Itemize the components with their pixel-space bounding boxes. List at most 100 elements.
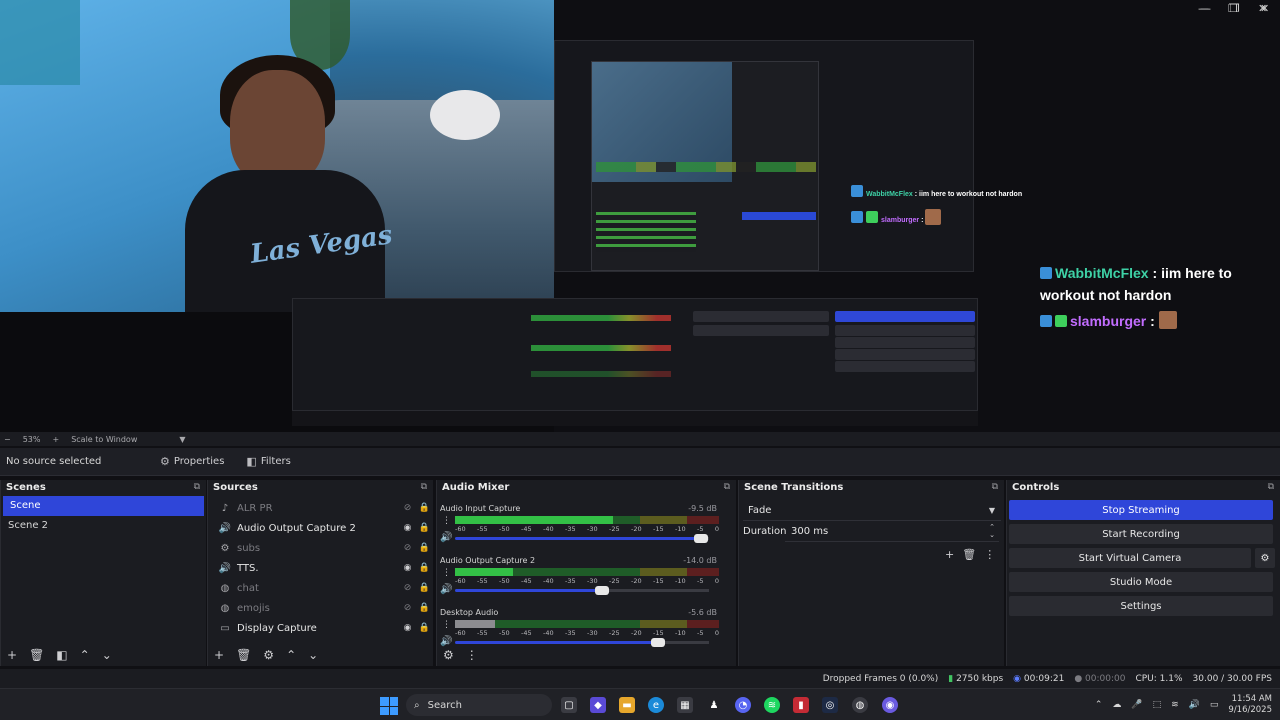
- source-item-subs[interactable]: ⚙ subs ⊘ 🔒: [208, 538, 433, 558]
- advanced-audio-icon[interactable]: ⚙: [443, 648, 454, 662]
- eye-icon[interactable]: ◉: [399, 523, 416, 533]
- eye-icon[interactable]: ◉: [399, 623, 416, 633]
- source-item-emojis[interactable]: ◍ emojis ⊘ 🔒: [208, 598, 433, 618]
- menu-dots-icon[interactable]: ⋮: [984, 548, 995, 561]
- tick-label: 0: [714, 525, 719, 533]
- app-tray-icon[interactable]: ⬚: [1153, 700, 1162, 710]
- add-icon[interactable]: +: [214, 648, 224, 662]
- volume-meter: [455, 516, 719, 524]
- zoom-in-icon[interactable]: +: [52, 435, 59, 444]
- lock-icon[interactable]: 🔒: [416, 563, 433, 573]
- undock-icon[interactable]: ⧉: [992, 482, 998, 492]
- source-item-audio-output-capture-2[interactable]: 🔊 Audio Output Capture 2 ◉ 🔒: [208, 518, 433, 538]
- add-icon[interactable]: +: [945, 548, 954, 561]
- volume-knob[interactable]: [694, 534, 709, 543]
- chevron-down-icon[interactable]: ⌄: [308, 648, 318, 662]
- tick-label: -25: [609, 577, 620, 585]
- add-icon[interactable]: +: [7, 648, 17, 662]
- eye-off-icon[interactable]: ⊘: [399, 603, 416, 613]
- cloud-icon[interactable]: ☁: [1112, 700, 1121, 710]
- minimize-icon[interactable]: —: [1198, 2, 1209, 15]
- duration-label: Duration: [743, 526, 787, 537]
- channel-name: Desktop Audio: [440, 608, 499, 617]
- obs-icon[interactable]: ◍: [852, 697, 868, 713]
- trash-icon[interactable]: 🗑: [962, 548, 976, 561]
- channel-menu-icon[interactable]: ⋮: [442, 516, 451, 526]
- microphone-icon[interactable]: 🎤: [1131, 700, 1142, 710]
- discord-icon[interactable]: ◔: [735, 697, 751, 713]
- steam-icon[interactable]: ◎: [822, 697, 838, 713]
- start-virtual-camera-button[interactable]: Start Virtual Camera: [1009, 548, 1251, 568]
- scale-mode[interactable]: Scale to Window: [71, 435, 137, 444]
- filters-button[interactable]: ◧ Filters: [240, 452, 296, 472]
- channel-menu-icon[interactable]: ⋮: [442, 568, 451, 578]
- taskbar-clock[interactable]: 11:54 AM 9/16/2025: [1228, 694, 1272, 716]
- lock-icon[interactable]: 🔒: [416, 543, 433, 553]
- mute-speaker-icon[interactable]: 🔊: [440, 532, 452, 543]
- volume-slider[interactable]: [455, 534, 709, 543]
- app-icon[interactable]: ◉: [882, 697, 898, 713]
- task-view-icon[interactable]: ▢: [561, 697, 577, 713]
- scene-item-scene-2[interactable]: Scene 2: [1, 516, 206, 536]
- start-recording-button[interactable]: Start Recording: [1009, 524, 1273, 544]
- scene-item-scene[interactable]: Scene: [3, 496, 204, 516]
- eye-off-icon[interactable]: ⊘: [399, 543, 416, 553]
- eye-off-icon[interactable]: ⊘: [399, 583, 416, 593]
- duration-input[interactable]: 300 ms ⌃ ⌄: [785, 522, 999, 542]
- filter-icon[interactable]: ◧: [56, 648, 67, 662]
- lock-icon[interactable]: 🔒: [416, 583, 433, 593]
- trash-icon[interactable]: 🗑: [236, 648, 251, 662]
- studio-mode-button[interactable]: Studio Mode: [1009, 572, 1273, 592]
- properties-button[interactable]: ⚙ Properties: [154, 452, 230, 472]
- spotify-icon[interactable]: ≋: [764, 697, 780, 713]
- battery-icon[interactable]: ▭: [1210, 700, 1219, 710]
- source-item-chat[interactable]: ◍ chat ⊘ 🔒: [208, 578, 433, 598]
- stepper-icon[interactable]: ⌃ ⌄: [989, 523, 995, 539]
- chevron-up-icon[interactable]: ⌃: [286, 648, 296, 662]
- close-icon[interactable]: ✕: [1258, 2, 1267, 15]
- channel-menu-icon[interactable]: ⋮: [442, 620, 451, 630]
- app-icon[interactable]: ▮: [793, 697, 809, 713]
- lock-icon[interactable]: 🔒: [416, 523, 433, 533]
- file-explorer-icon[interactable]: ▬: [619, 697, 635, 713]
- taskbar-search[interactable]: ⌕ Search: [406, 694, 552, 716]
- trash-icon[interactable]: 🗑: [29, 648, 44, 662]
- copilot-icon[interactable]: ◆: [590, 697, 606, 713]
- undock-icon[interactable]: ⧉: [421, 482, 427, 492]
- chevron-down-icon[interactable]: ⌄: [102, 648, 112, 662]
- chevron-up-icon[interactable]: ⌃: [80, 648, 90, 662]
- menu-dots-icon[interactable]: ⋮: [466, 648, 478, 662]
- settings-button[interactable]: Settings: [1009, 596, 1273, 616]
- source-item-tts[interactable]: 🔊 TTS. ◉ 🔒: [208, 558, 433, 578]
- app-icon[interactable]: ♟: [706, 697, 722, 713]
- preview-canvas[interactable]: Las Vegas — ❐ ✕ WabbitMcFlex : iim here …: [0, 0, 1280, 432]
- chevron-up-icon[interactable]: ⌃: [1095, 700, 1103, 710]
- zoom-out-icon[interactable]: −: [4, 435, 11, 444]
- undock-icon[interactable]: ⧉: [194, 482, 200, 492]
- virtual-camera-settings-gear-icon[interactable]: ⚙: [1255, 548, 1275, 568]
- volume-icon[interactable]: 🔊: [1189, 700, 1200, 710]
- store-icon[interactable]: ▦: [677, 697, 693, 713]
- undock-icon[interactable]: ⧉: [724, 482, 730, 492]
- lock-icon[interactable]: 🔒: [416, 623, 433, 633]
- mute-speaker-icon[interactable]: 🔊: [440, 584, 452, 595]
- stop-streaming-button[interactable]: Stop Streaming: [1009, 500, 1273, 520]
- restore-icon[interactable]: ❐: [1228, 2, 1238, 15]
- source-item-alr-pr[interactable]: ♪ ALR PR ⊘ 🔒: [208, 498, 433, 518]
- gear-icon[interactable]: ⚙: [263, 648, 274, 662]
- edge-icon[interactable]: e: [648, 697, 664, 713]
- lock-icon[interactable]: 🔒: [416, 503, 433, 513]
- lock-icon[interactable]: 🔒: [416, 603, 433, 613]
- emote-icon: [1158, 311, 1177, 329]
- volume-knob[interactable]: [595, 586, 610, 595]
- wifi-icon[interactable]: ≋: [1171, 700, 1179, 710]
- tick-label: -60: [455, 629, 466, 637]
- eye-off-icon[interactable]: ⊘: [399, 503, 416, 513]
- windows-start-icon[interactable]: [380, 697, 398, 715]
- source-item-display-capture[interactable]: ▭ Display Capture ◉ 🔒: [208, 618, 433, 638]
- undock-icon[interactable]: ⧉: [1268, 482, 1274, 492]
- eye-icon[interactable]: ◉: [399, 563, 416, 573]
- volume-slider[interactable]: [455, 586, 709, 595]
- transition-select[interactable]: Fade ▼: [743, 501, 1001, 521]
- chevron-down-icon[interactable]: ▼: [179, 435, 185, 444]
